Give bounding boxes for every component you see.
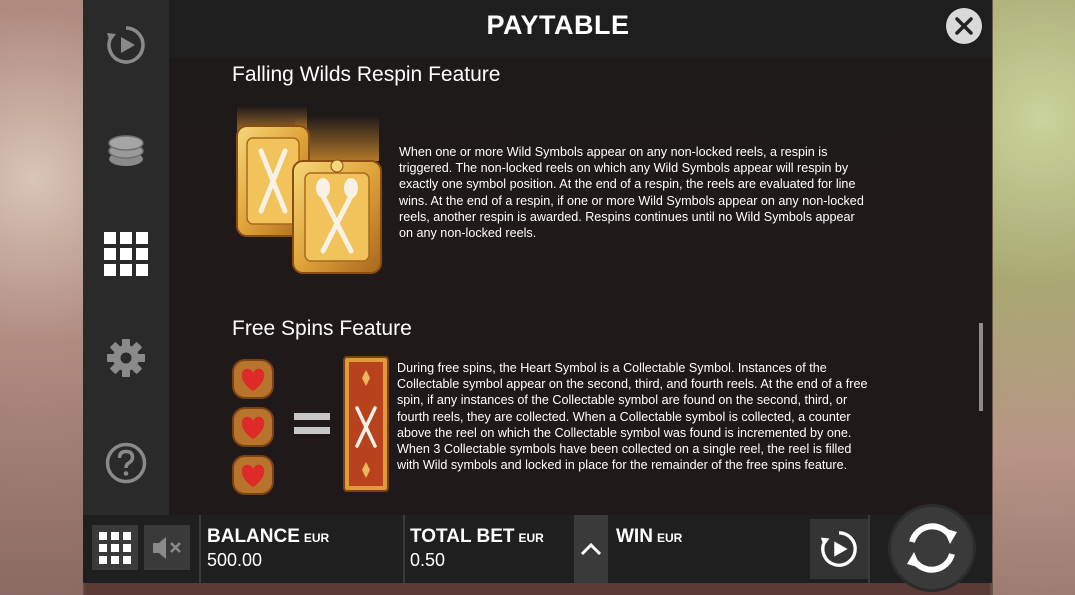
paytable-header: PAYTABLE (169, 0, 992, 58)
chevron-up-icon (580, 542, 602, 556)
menu-button[interactable] (92, 525, 138, 570)
falling-wilds-description: When one or more Wild Symbols appear on … (399, 145, 864, 241)
coins-icon (108, 135, 144, 166)
heart-symbols-image (232, 359, 274, 495)
paytable-panel: PAYTABLE Falling Wilds Respin Feature Wh… (169, 0, 992, 515)
heart-icon (232, 359, 274, 399)
balance-label: BALANCE EUR (207, 526, 330, 547)
background-left (0, 0, 83, 595)
help-icon (105, 442, 147, 484)
spin-icon (907, 523, 957, 573)
paytable-grid-icon (104, 232, 148, 276)
divider (403, 515, 405, 583)
total-bet-label: TOTAL BET EUR (410, 526, 544, 547)
wild-symbol-image (236, 106, 382, 274)
bet-up-button[interactable] (574, 515, 608, 583)
scrollbar-thumb[interactable] (979, 323, 983, 411)
menu-grid-icon (99, 531, 131, 564)
spin-button[interactable] (891, 507, 973, 589)
equals-icon (294, 413, 330, 434)
free-spins-description: During free spins, the Heart Symbol is a… (397, 361, 868, 473)
sound-toggle-button[interactable] (144, 525, 190, 570)
side-menu (83, 0, 169, 515)
close-button[interactable] (946, 8, 982, 44)
falling-wilds-title: Falling Wilds Respin Feature (232, 63, 501, 86)
scrollbar[interactable] (979, 58, 983, 515)
help-button[interactable] (103, 440, 149, 486)
win-label: WIN EUR (616, 526, 683, 547)
paytable-button[interactable] (103, 231, 149, 277)
wild-reel-image (343, 356, 389, 492)
bottom-bar: BALANCE EUR 500.00 TOTAL BET EUR 0.50 WIN E… (83, 507, 992, 589)
close-icon (955, 17, 973, 35)
balance-unit: EUR (303, 531, 330, 545)
total-bet-value: 0.50 (410, 550, 446, 570)
balance-value: 500.00 (207, 550, 263, 570)
page-title: PAYTABLE (486, 10, 630, 40)
gear-icon (107, 339, 145, 377)
free-spins-title: Free Spins Feature (232, 317, 412, 340)
bet-coins-button[interactable] (103, 127, 149, 173)
autoplay-button[interactable] (103, 22, 149, 68)
divider (199, 515, 201, 583)
mute-icon (153, 536, 181, 559)
win-unit: EUR (656, 531, 683, 545)
background-right (993, 0, 1075, 595)
total-bet-unit: EUR (518, 531, 544, 545)
divider (868, 515, 870, 583)
autoplay-icon (107, 26, 145, 64)
autoplay-bottom-button[interactable] (810, 519, 868, 579)
autoplay-icon (820, 531, 857, 567)
settings-button[interactable] (103, 335, 149, 381)
